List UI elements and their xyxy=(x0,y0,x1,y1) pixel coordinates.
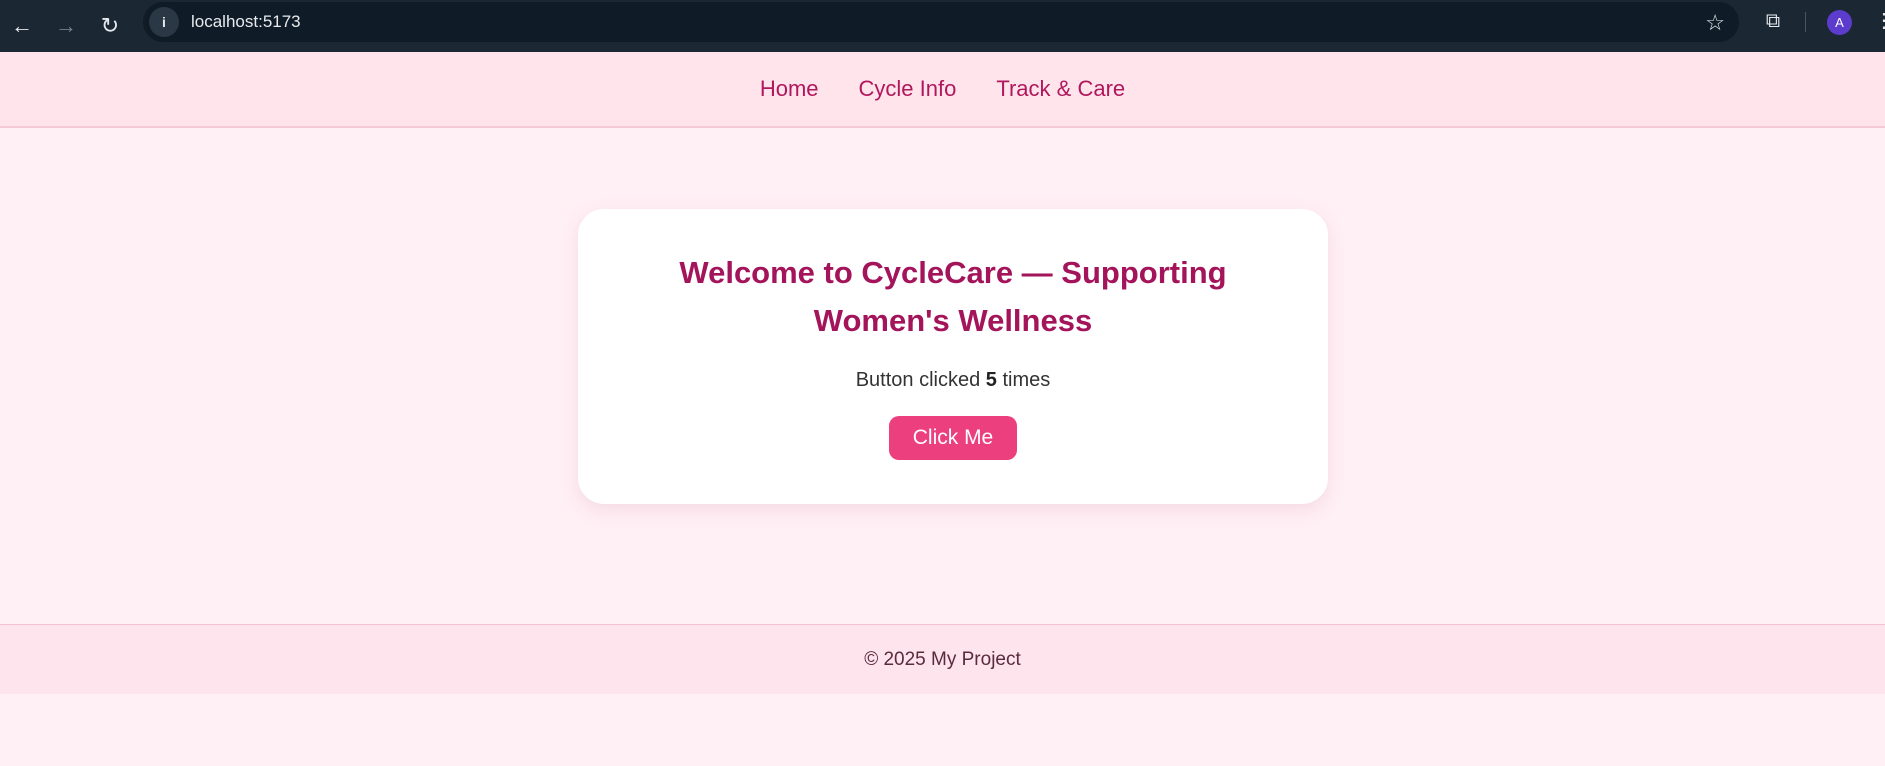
url-text[interactable]: localhost:5173 xyxy=(191,12,301,32)
toolbar-divider xyxy=(1805,12,1806,32)
menu-dots-icon[interactable]: ⋮ xyxy=(1874,8,1885,33)
nav-link-cycle-info[interactable]: Cycle Info xyxy=(859,76,957,102)
browser-toolbar: ← → ↻ i localhost:5173 ☆ ⧉ A ⋮ xyxy=(0,0,1885,52)
page-title: Welcome to CycleCare — Supporting Women'… xyxy=(679,255,1227,338)
back-arrow-icon[interactable]: ← xyxy=(0,4,44,48)
bookmark-star-icon[interactable]: ☆ xyxy=(1705,10,1725,36)
counter-prefix: Button clicked xyxy=(855,369,981,391)
counter-value: 5 xyxy=(985,369,997,391)
counter-suffix: times xyxy=(1002,369,1051,391)
nav-link-home[interactable]: Home xyxy=(760,76,819,102)
nav-link-track-care[interactable]: Track & Care xyxy=(996,76,1125,102)
site-info-icon[interactable]: i xyxy=(149,7,179,37)
click-me-button[interactable]: Click Me xyxy=(888,416,1018,460)
forward-arrow-icon[interactable]: → xyxy=(44,4,88,48)
site-nav: Home Cycle Info Track & Care xyxy=(0,52,1885,128)
extensions-puzzle-icon[interactable]: ⧉ xyxy=(1762,10,1784,32)
welcome-card: Welcome to CycleCare — Supporting Women'… xyxy=(578,209,1328,504)
address-bar[interactable]: i localhost:5173 ☆ xyxy=(143,2,1739,42)
footer-text: © 2025 My Project xyxy=(864,648,1021,670)
click-counter: Button clicked 5 times xyxy=(578,369,1328,392)
reload-icon[interactable]: ↻ xyxy=(88,4,132,48)
page-footer: © 2025 My Project xyxy=(0,624,1885,694)
profile-avatar[interactable]: A xyxy=(1827,10,1852,35)
